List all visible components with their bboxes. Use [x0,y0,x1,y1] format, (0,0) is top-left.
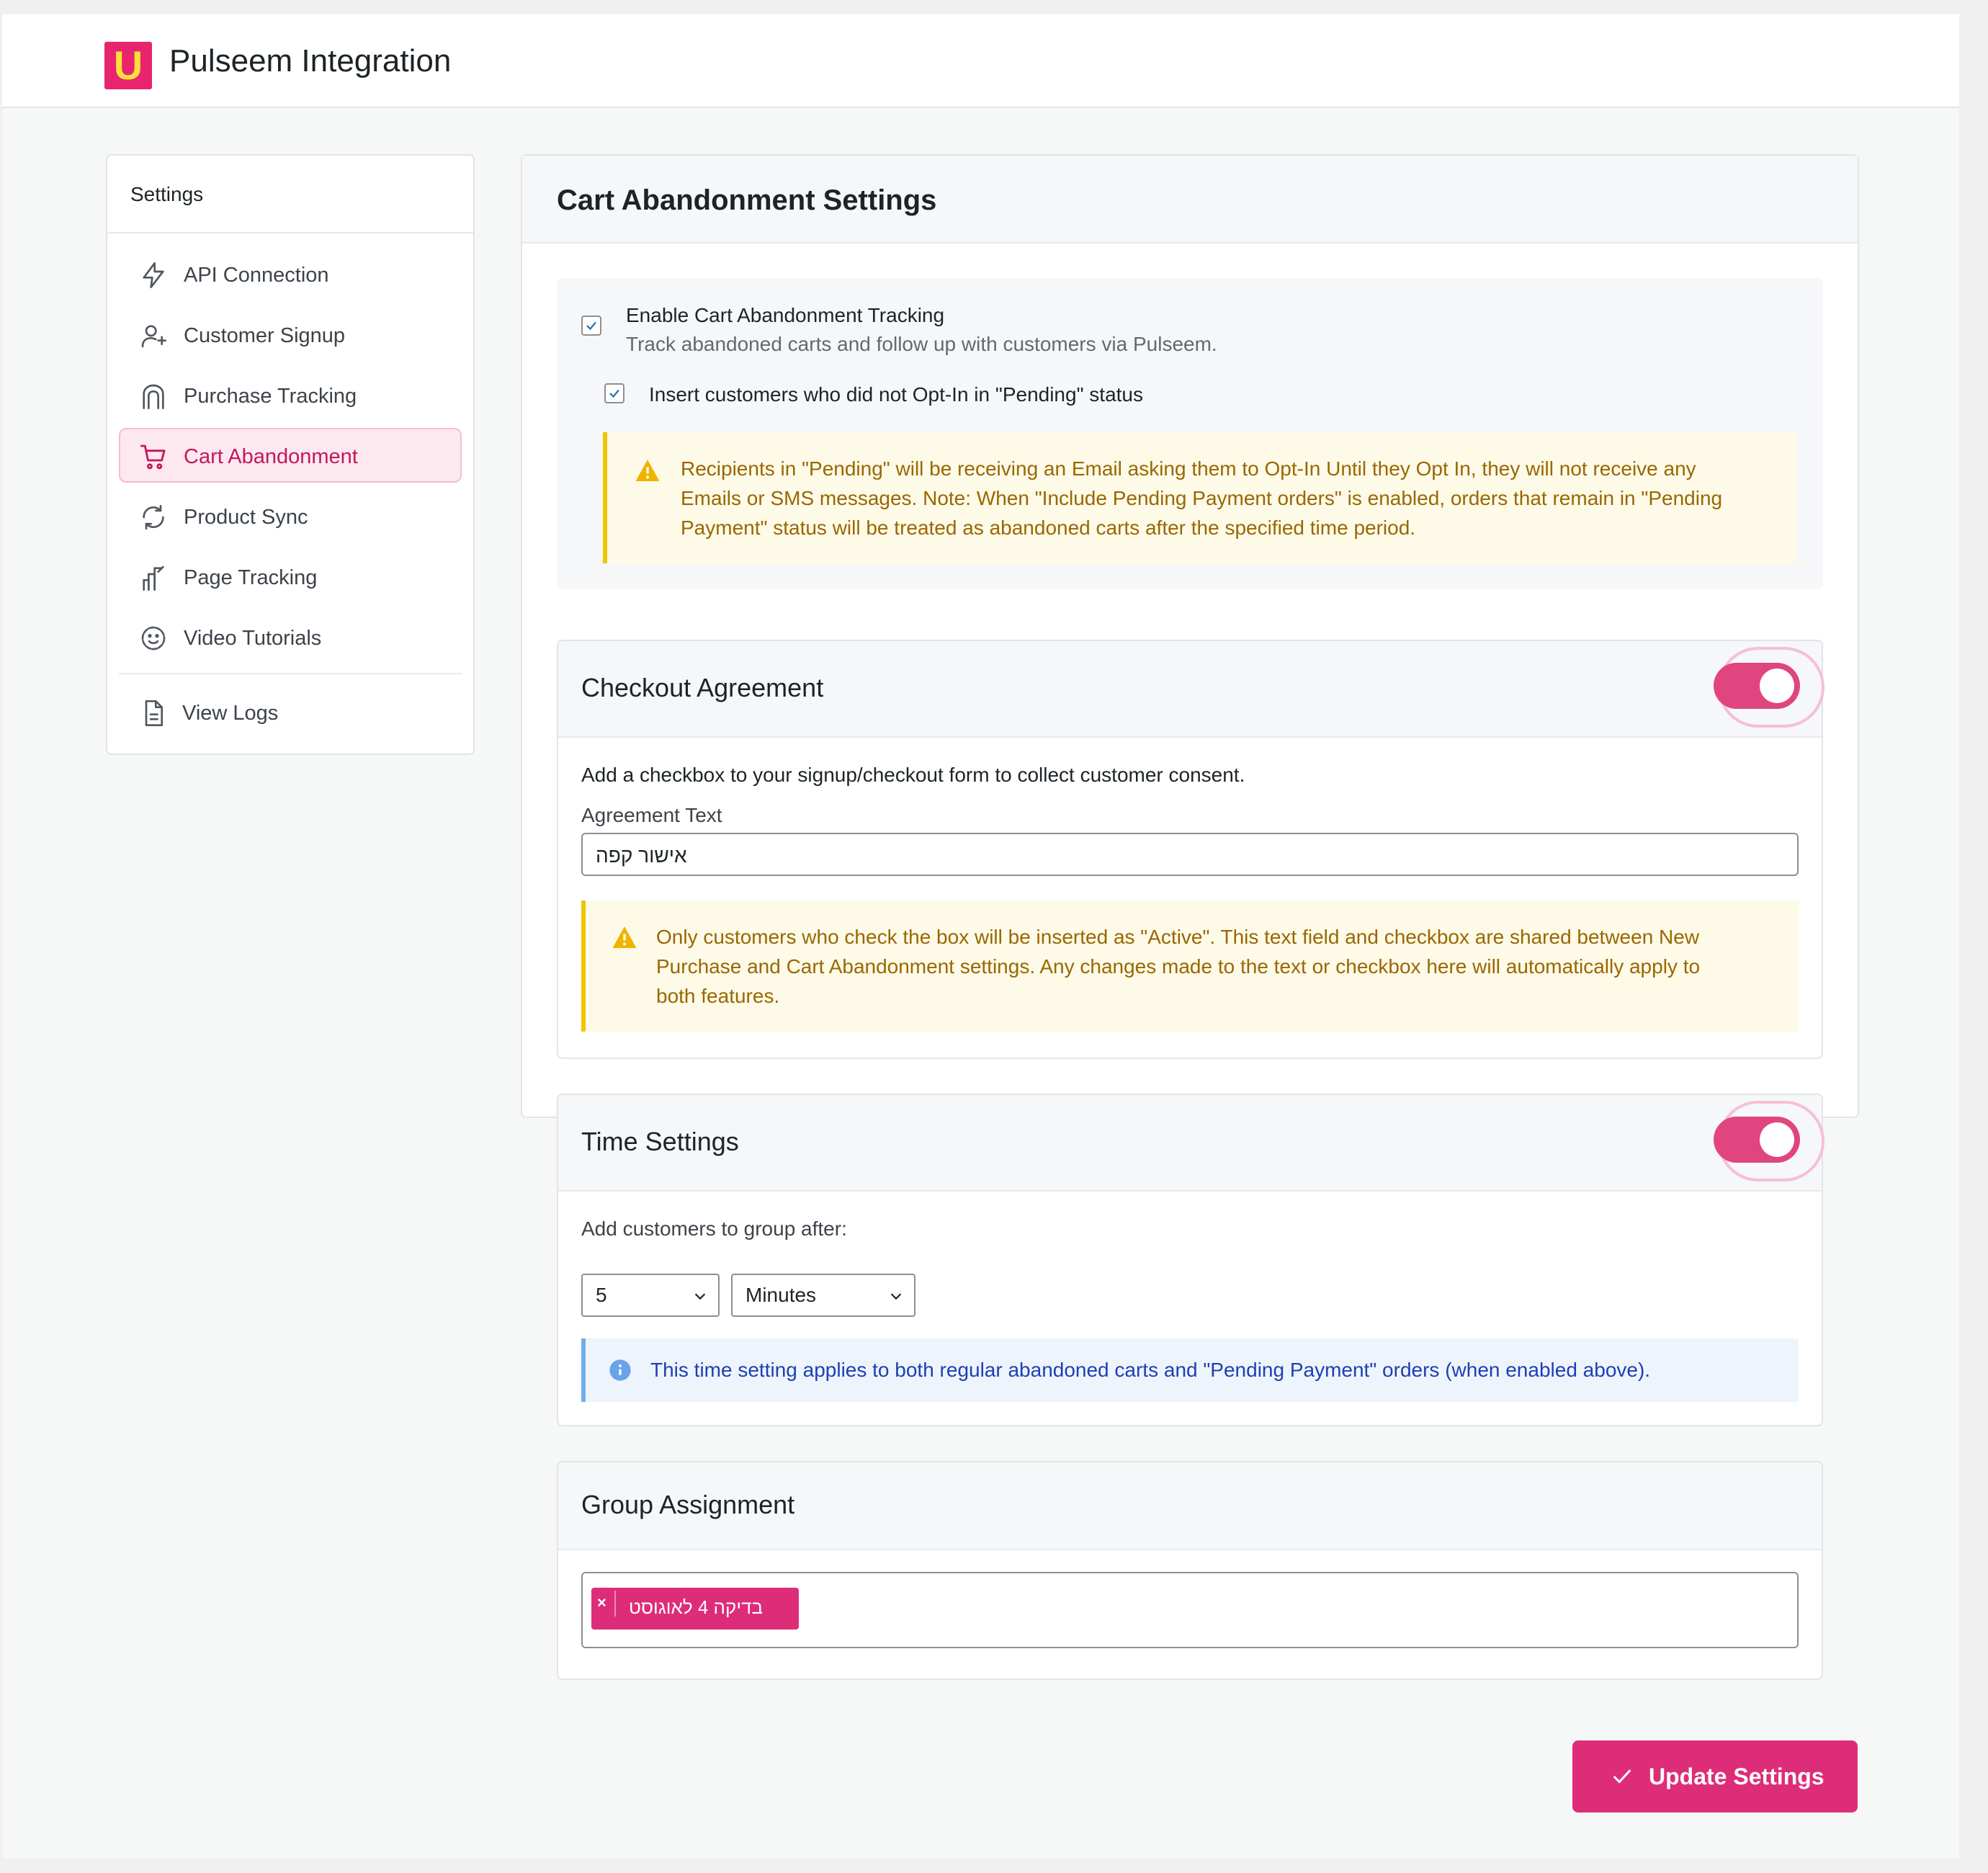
shopping-bag-icon [143,384,164,409]
group-delay-label: Add customers to group after: [581,1217,847,1240]
sidebar-item-label: View Logs [182,702,279,725]
pending-warning-notice: Recipients in "Pending" will be receivin… [603,432,1797,563]
warning-icon [612,926,637,948]
sidebar-nav: API Connection Customer Signup Purchase … [119,246,462,741]
notice-line: Emails or SMS messages. Note: When "Incl… [681,487,1723,509]
lightning-icon [143,262,164,288]
document-icon [145,700,163,726]
chevron-down-icon [694,1293,706,1300]
cart-abandonment-settings-card: Cart Abandonment Settings Enable Cart Ab… [521,154,1859,1680]
sync-icon [143,504,164,530]
smile-icon [141,626,166,651]
chart-icon [143,566,164,591]
notice-line: both features. [656,985,780,1007]
agreement-text-label: Agreement Text [581,804,722,826]
sidebar-item-purchase-tracking[interactable]: Purchase Tracking [119,367,462,422]
agreement-warning-notice: Only customers who check the box will be… [581,900,1799,1032]
sidebar-item-product-sync[interactable]: Product Sync [119,488,462,543]
section-header: Time Settings [558,1095,1824,1192]
section-title: Group Assignment [581,1490,795,1519]
cart-icon [140,444,166,470]
update-settings-button[interactable]: Update Settings [1572,1740,1858,1812]
sidebar-item-label: Page Tracking [184,566,318,589]
pending-status-label: Insert customers who did not Opt-In in "… [649,383,1143,406]
section-title: Checkout Agreement [581,673,824,702]
sidebar-item-api-connection[interactable]: API Connection [119,246,462,301]
pulseem-logo: U [104,42,152,89]
delay-amount-select[interactable]: 5 [581,1274,720,1317]
sidebar-item-video-tutorials[interactable]: Video Tutorials [119,609,462,664]
sidebar-item-page-tracking[interactable]: Page Tracking [119,549,462,604]
checkout-agreement-section: Checkout Agreement Add a checkbox to you… [557,640,1824,1059]
sidebar-item-view-logs[interactable]: View Logs [119,689,462,735]
agreement-text-value: אישור קפה [596,844,687,867]
sidebar-divider [119,673,462,674]
section-title: Time Settings [581,1127,739,1156]
group-assignment-section: Group Assignment × בדיקה 4 לאוגוסט [557,1461,1823,1680]
sidebar-item-label: Customer Signup [184,324,346,347]
sidebar-item-label: Cart Abandonment [184,445,358,468]
notice-line: Purchase and Cart Abandonment settings. … [656,955,1701,978]
group-tag: × בדיקה 4 לאוגוסט [591,1588,799,1630]
update-settings-label: Update Settings [1649,1764,1824,1789]
sidebar-item-label: Product Sync [184,506,308,529]
group-select-input[interactable]: × בדיקה 4 לאוגוסט [581,1572,1799,1648]
time-info-text: This time setting applies to both regula… [650,1359,1651,1381]
delay-amount-value: 5 [596,1284,607,1306]
time-settings-section: Time Settings Add customers to group aft… [557,1094,1824,1426]
sidebar-item-cart-abandonment[interactable]: Cart Abandonment [119,428,462,483]
time-info-notice: This time setting applies to both regula… [581,1338,1799,1402]
remove-tag-icon[interactable]: × [597,1593,606,1612]
user-plus-icon [141,325,167,348]
info-icon [609,1359,631,1381]
notice-line: Recipients in "Pending" will be receivin… [681,457,1696,480]
page: U Pulseem Integration Settings API Conne… [2,14,1959,1859]
checkout-description: Add a checkbox to your signup/checkout f… [581,764,1245,786]
pending-status-checkbox[interactable] [604,383,624,403]
warning-icon [635,460,660,481]
enable-tracking-panel: Enable Cart Abandonment Tracking Track a… [557,278,1823,589]
page-title: Cart Abandonment Settings [522,156,1858,243]
notice-line: Payment" status will be treated as aband… [681,517,1416,539]
check-icon [1613,1769,1631,1784]
sidebar-heading: Settings [107,156,473,233]
section-header: Checkout Agreement [558,641,1824,738]
tag-divider [614,1591,616,1617]
enable-tracking-label: Enable Cart Abandonment Tracking [626,304,945,326]
delay-unit-value: Minutes [746,1284,817,1306]
enable-tracking-checkbox[interactable] [581,316,601,336]
delay-unit-select[interactable]: Minutes [731,1274,915,1317]
app-title: Pulseem Integration [169,43,452,79]
agreement-text-input[interactable]: אישור קפה [581,833,1799,876]
enable-tracking-description: Track abandoned carts and follow up with… [626,333,1217,355]
settings-sidebar: Settings API Connection Customer Signup … [106,154,475,755]
toggle-knob [1760,669,1794,703]
notice-line: Only customers who check the box will be… [656,926,1700,948]
sidebar-item-label: API Connection [184,264,329,287]
sidebar-item-label: Video Tutorials [184,627,322,650]
section-header: Group Assignment [558,1462,1822,1550]
chevron-down-icon [890,1293,902,1300]
group-tag-label: בדיקה 4 לאוגוסט [629,1596,764,1618]
checkout-agreement-toggle[interactable] [1714,663,1800,709]
sidebar-item-customer-signup[interactable]: Customer Signup [119,307,462,362]
top-bar: U Pulseem Integration [2,14,1959,108]
sidebar-item-label: Purchase Tracking [184,385,357,408]
time-settings-toggle[interactable] [1714,1117,1800,1163]
toggle-knob [1760,1122,1794,1157]
